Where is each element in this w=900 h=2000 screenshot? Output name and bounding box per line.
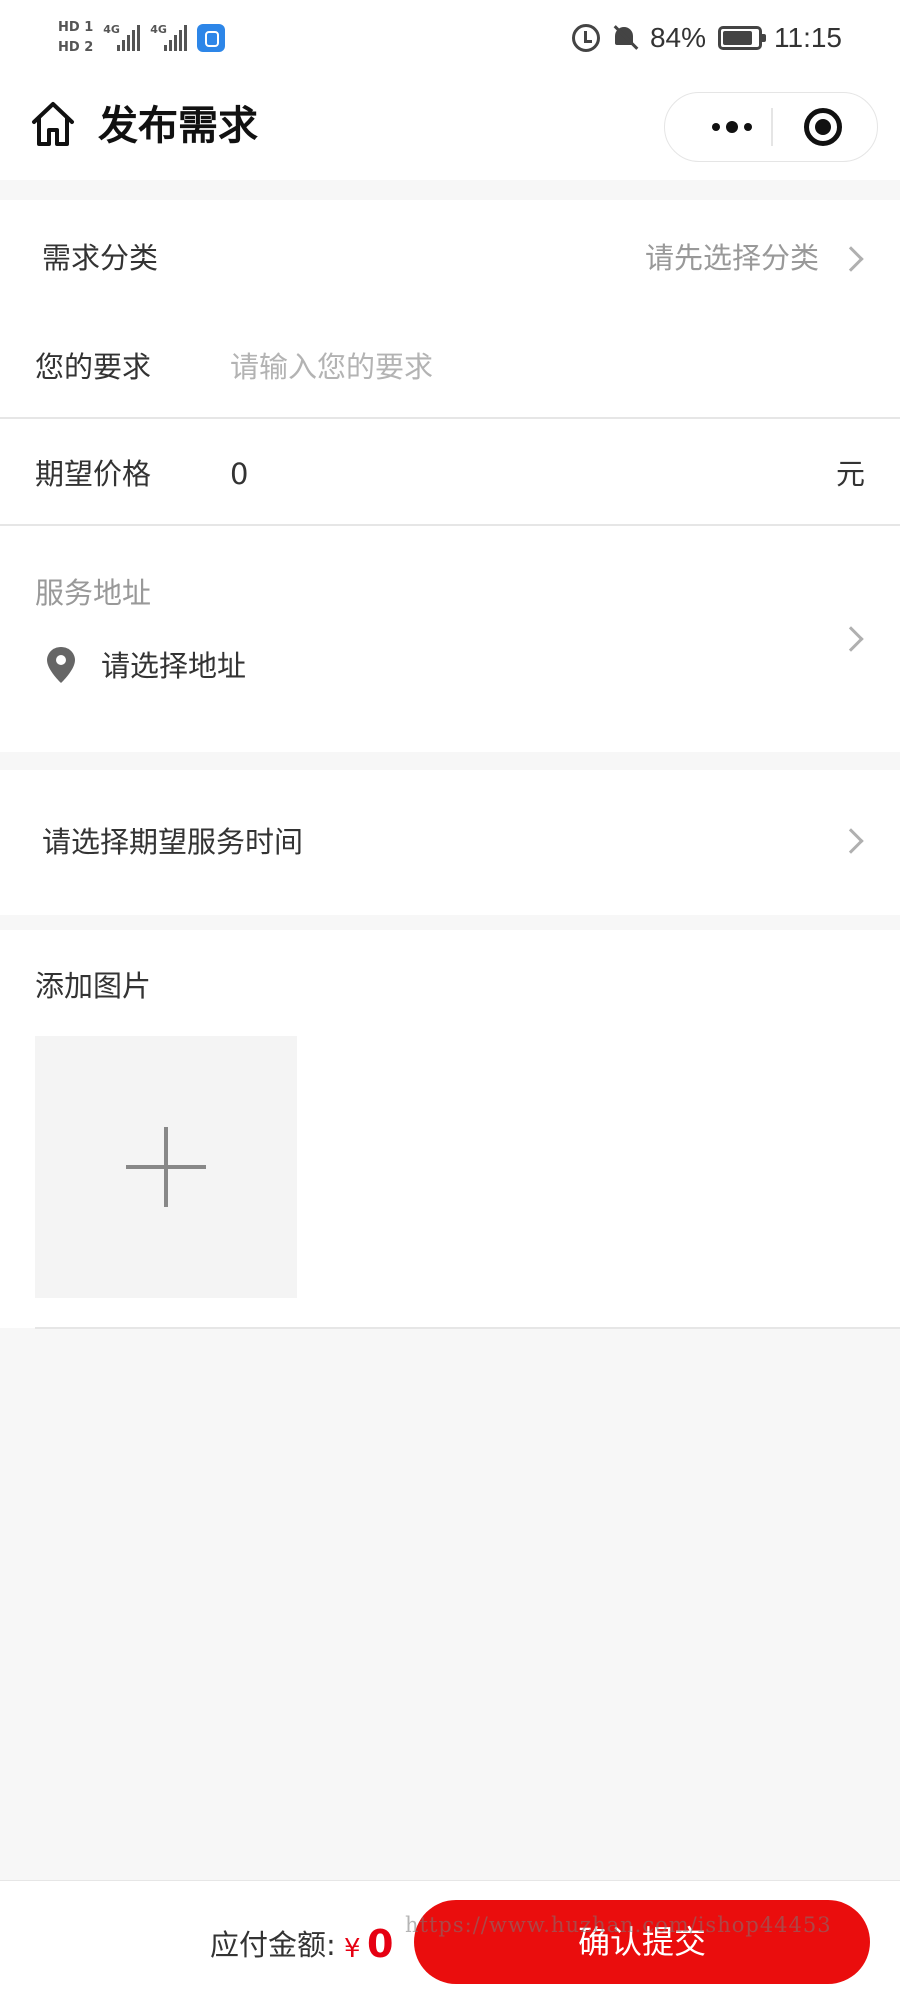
requirement-label: 您的要求: [35, 350, 152, 384]
plus-icon-vertical: [164, 1127, 168, 1207]
hd-indicators: HD 1 HD 2: [58, 21, 93, 55]
price-label: 期望价格: [35, 457, 152, 491]
status-bar-left: HD 1 HD 2 4G 4G: [58, 14, 226, 62]
divider: [35, 1327, 900, 1329]
watermark-text: https://www.huzhan.com/ishop44453: [405, 1913, 832, 1937]
divider: [0, 417, 900, 419]
page-title: 发布需求: [98, 103, 258, 149]
pay-amount-value: 0: [367, 1922, 394, 1966]
address-section-label: 服务地址: [35, 576, 152, 610]
capsule-divider: [771, 108, 773, 146]
network-type-1: 4G: [103, 23, 120, 36]
target-circle-icon[interactable]: [804, 108, 842, 146]
mute-bell-icon: [612, 24, 638, 52]
hd1-label: HD 1: [58, 20, 94, 35]
price-unit: 元: [836, 457, 866, 491]
category-label: 需求分类: [42, 241, 159, 275]
home-icon[interactable]: [30, 100, 76, 150]
battery-fill: [723, 31, 752, 45]
images-label: 添加图片: [35, 969, 152, 1003]
hd2-label: HD 2: [58, 40, 94, 55]
clock-time: 11:15: [774, 22, 842, 53]
signal-icon-1: 4G: [103, 23, 141, 51]
requirement-input[interactable]: 请输入您的要求: [230, 347, 433, 387]
alarm-icon: [571, 24, 600, 52]
address-placeholder: 请选择地址: [101, 649, 247, 683]
status-bar-right: 84% 11:15: [571, 18, 842, 58]
category-hint: 请先选择分类: [645, 241, 820, 275]
signal-icon-2: 4G: [150, 23, 188, 51]
pay-amount-label: 应付金额:: [210, 1928, 336, 1962]
more-dots-icon[interactable]: [680, 92, 784, 162]
address-section[interactable]: [0, 526, 900, 752]
price-input[interactable]: 0: [230, 454, 248, 494]
service-time-label: 请选择期望服务时间: [42, 825, 304, 859]
location-pin-icon: [47, 647, 75, 683]
currency-symbol: ¥: [344, 1934, 361, 1964]
network-type-2: 4G: [150, 23, 167, 36]
battery-icon: [718, 26, 766, 50]
notification-app-icon: [197, 24, 226, 52]
battery-percent: 84%: [649, 22, 706, 53]
